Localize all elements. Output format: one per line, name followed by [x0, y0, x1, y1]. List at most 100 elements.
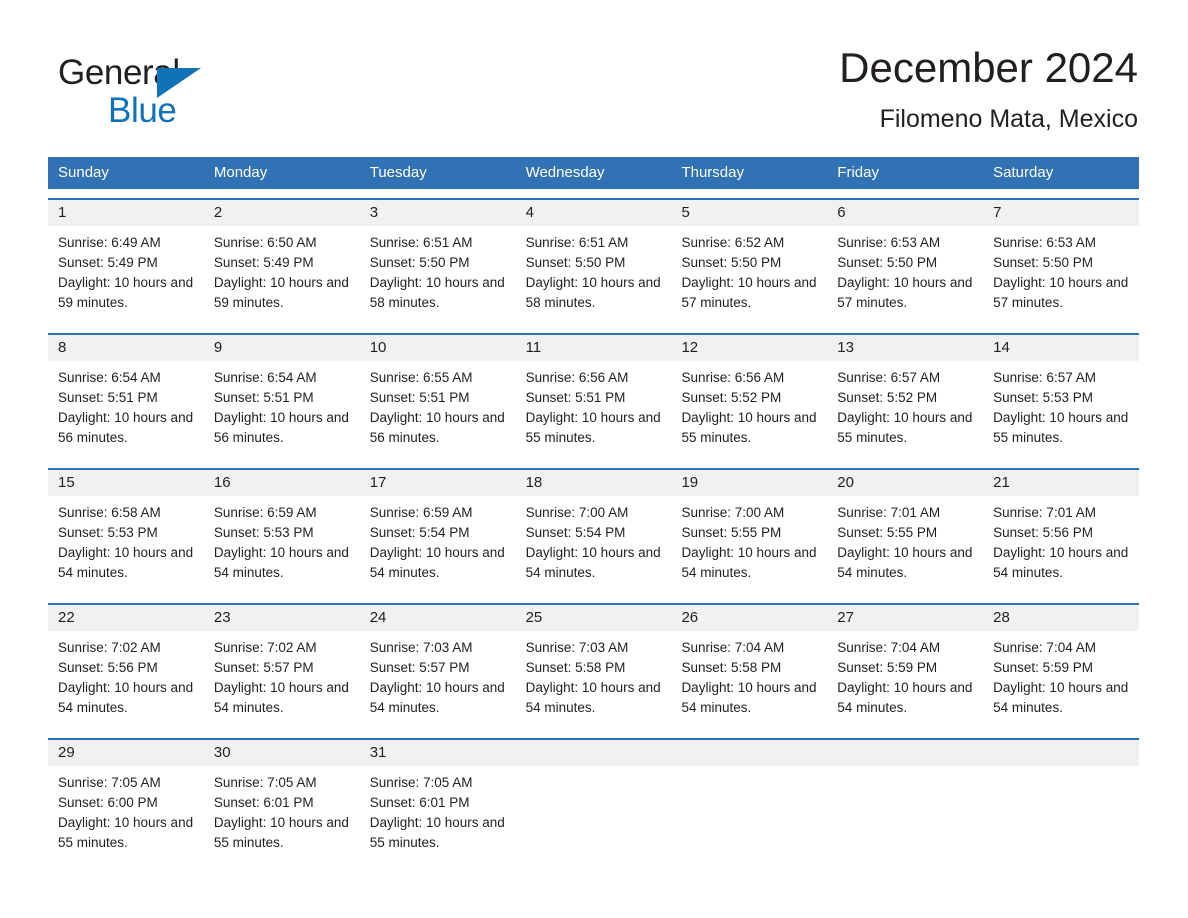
sunrise-text: Sunrise: 6:58 AM: [58, 505, 161, 520]
day-cell[interactable]: Sunrise: 6:54 AM Sunset: 5:51 PM Dayligh…: [204, 361, 360, 459]
day-cell[interactable]: Sunrise: 7:05 AM Sunset: 6:01 PM Dayligh…: [204, 766, 360, 864]
day-number[interactable]: 25: [516, 605, 672, 631]
day-cell[interactable]: Sunrise: 7:02 AM Sunset: 5:56 PM Dayligh…: [48, 631, 204, 729]
daylight-text: Daylight: 10 hours and 57 minutes.: [993, 275, 1129, 310]
day-number[interactable]: 24: [360, 605, 516, 631]
day-number[interactable]: 9: [204, 335, 360, 361]
day-cell[interactable]: Sunrise: 6:59 AM Sunset: 5:54 PM Dayligh…: [360, 496, 516, 594]
day-number[interactable]: 5: [671, 200, 827, 226]
day-cell[interactable]: Sunrise: 7:05 AM Sunset: 6:00 PM Dayligh…: [48, 766, 204, 864]
sunrise-text: Sunrise: 7:01 AM: [837, 505, 941, 520]
day-number[interactable]: 1: [48, 200, 204, 226]
day-cell[interactable]: Sunrise: 6:52 AM Sunset: 5:50 PM Dayligh…: [671, 226, 827, 324]
day-cell[interactable]: Sunrise: 7:00 AM Sunset: 5:54 PM Dayligh…: [516, 496, 672, 594]
day-cell[interactable]: Sunrise: 7:03 AM Sunset: 5:57 PM Dayligh…: [360, 631, 516, 729]
sunset-text: Sunset: 5:57 PM: [369, 660, 470, 675]
day-number[interactable]: 16: [204, 470, 360, 496]
day-cell[interactable]: Sunrise: 7:04 AM Sunset: 5:58 PM Dayligh…: [671, 631, 827, 729]
day-number[interactable]: 15: [48, 470, 204, 496]
day-cell[interactable]: Sunrise: 7:05 AM Sunset: 6:01 PM Dayligh…: [360, 766, 516, 864]
daylight-text: Daylight: 10 hours and 54 minutes.: [525, 545, 661, 580]
sunset-text: Sunset: 6:01 PM: [213, 795, 314, 810]
daylight-text: Daylight: 10 hours and 57 minutes.: [681, 275, 817, 310]
day-cell[interactable]: Sunrise: 6:59 AM Sunset: 5:53 PM Dayligh…: [204, 496, 360, 594]
sunrise-text: Sunrise: 6:53 AM: [993, 235, 1096, 250]
day-cell[interactable]: Sunrise: 7:04 AM Sunset: 5:59 PM Dayligh…: [827, 631, 983, 729]
day-number[interactable]: 10: [360, 335, 516, 361]
day-cell[interactable]: Sunrise: 6:51 AM Sunset: 5:50 PM Dayligh…: [516, 226, 672, 324]
sunrise-text: Sunrise: 6:57 AM: [993, 370, 1096, 385]
day-number[interactable]: 20: [827, 470, 983, 496]
sunrise-text: Sunrise: 7:00 AM: [681, 505, 785, 520]
day-cell[interactable]: Sunrise: 6:56 AM Sunset: 5:51 PM Dayligh…: [516, 361, 672, 459]
title-block: December 2024 Filomeno Mata, Mexico: [839, 40, 1138, 136]
day-number[interactable]: 19: [671, 470, 827, 496]
sunset-text: Sunset: 6:01 PM: [369, 795, 470, 810]
day-number[interactable]: 31: [360, 740, 516, 766]
day-cell[interactable]: Sunrise: 6:51 AM Sunset: 5:50 PM Dayligh…: [360, 226, 516, 324]
day-cell[interactable]: Sunrise: 6:49 AM Sunset: 5:49 PM Dayligh…: [48, 226, 204, 324]
day-number[interactable]: 26: [671, 605, 827, 631]
day-number[interactable]: 23: [204, 605, 360, 631]
day-number[interactable]: 7: [983, 200, 1139, 226]
day-number[interactable]: 14: [983, 335, 1139, 361]
day-info-band: Sunrise: 6:49 AM Sunset: 5:49 PM Dayligh…: [48, 226, 1139, 324]
day-cell[interactable]: Sunrise: 6:53 AM Sunset: 5:50 PM Dayligh…: [983, 226, 1139, 324]
day-cell[interactable]: Sunrise: 7:03 AM Sunset: 5:58 PM Dayligh…: [516, 631, 672, 729]
day-cell[interactable]: Sunrise: 7:01 AM Sunset: 5:55 PM Dayligh…: [827, 496, 983, 594]
day-cell[interactable]: Sunrise: 7:00 AM Sunset: 5:55 PM Dayligh…: [671, 496, 827, 594]
day-number[interactable]: 22: [48, 605, 204, 631]
daylight-text: Daylight: 10 hours and 58 minutes.: [369, 275, 505, 310]
sunset-text: Sunset: 5:50 PM: [369, 255, 470, 270]
sunrise-text: Sunrise: 6:53 AM: [837, 235, 941, 250]
day-number[interactable]: 2: [204, 200, 360, 226]
day-cell[interactable]: Sunrise: 7:02 AM Sunset: 5:57 PM Dayligh…: [204, 631, 360, 729]
day-cell-empty: [671, 766, 827, 864]
daylight-text: Daylight: 10 hours and 54 minutes.: [837, 680, 973, 715]
sunset-text: Sunset: 5:50 PM: [525, 255, 626, 270]
day-number-empty: [827, 740, 983, 766]
sunrise-text: Sunrise: 7:04 AM: [837, 640, 941, 655]
day-number[interactable]: 4: [516, 200, 672, 226]
day-number[interactable]: 21: [983, 470, 1139, 496]
sunrise-text: Sunrise: 6:51 AM: [369, 235, 473, 250]
day-number[interactable]: 17: [360, 470, 516, 496]
day-cell[interactable]: Sunrise: 6:54 AM Sunset: 5:51 PM Dayligh…: [48, 361, 204, 459]
day-cell[interactable]: Sunrise: 7:01 AM Sunset: 5:56 PM Dayligh…: [983, 496, 1139, 594]
daylight-text: Daylight: 10 hours and 54 minutes.: [525, 680, 661, 715]
daylight-text: Daylight: 10 hours and 55 minutes.: [58, 815, 194, 850]
daylight-text: Daylight: 10 hours and 54 minutes.: [58, 545, 194, 580]
sunset-text: Sunset: 5:51 PM: [525, 390, 626, 405]
day-number[interactable]: 28: [983, 605, 1139, 631]
day-cell[interactable]: Sunrise: 6:50 AM Sunset: 5:49 PM Dayligh…: [204, 226, 360, 324]
weekday-header-sunday: Sunday: [58, 164, 109, 181]
day-number[interactable]: 18: [516, 470, 672, 496]
day-number[interactable]: 3: [360, 200, 516, 226]
day-cell-empty: [516, 766, 672, 864]
day-cell[interactable]: Sunrise: 6:56 AM Sunset: 5:52 PM Dayligh…: [671, 361, 827, 459]
sunset-text: Sunset: 5:54 PM: [369, 525, 470, 540]
day-number[interactable]: 6: [827, 200, 983, 226]
day-number[interactable]: 8: [48, 335, 204, 361]
daylight-text: Daylight: 10 hours and 54 minutes.: [213, 680, 349, 715]
day-cell[interactable]: Sunrise: 6:55 AM Sunset: 5:51 PM Dayligh…: [360, 361, 516, 459]
sunset-text: Sunset: 5:56 PM: [993, 525, 1093, 540]
sunset-text: Sunset: 5:53 PM: [58, 525, 158, 540]
day-number[interactable]: 12: [671, 335, 827, 361]
day-number[interactable]: 29: [48, 740, 204, 766]
daylight-text: Daylight: 10 hours and 56 minutes.: [213, 410, 349, 445]
day-cell[interactable]: Sunrise: 6:58 AM Sunset: 5:53 PM Dayligh…: [48, 496, 204, 594]
day-cell[interactable]: Sunrise: 6:57 AM Sunset: 5:53 PM Dayligh…: [983, 361, 1139, 459]
daylight-text: Daylight: 10 hours and 55 minutes.: [525, 410, 661, 445]
day-cell[interactable]: Sunrise: 7:04 AM Sunset: 5:59 PM Dayligh…: [983, 631, 1139, 729]
day-cell[interactable]: Sunrise: 6:53 AM Sunset: 5:50 PM Dayligh…: [827, 226, 983, 324]
weekday-header-row: Sunday Monday Tuesday Wednesday Thursday…: [48, 157, 1139, 189]
day-cell-empty: [983, 766, 1139, 864]
day-number[interactable]: 27: [827, 605, 983, 631]
day-number[interactable]: 30: [204, 740, 360, 766]
day-number-band: 15 16 17 18 19 20 21: [48, 470, 1139, 496]
day-number[interactable]: 13: [827, 335, 983, 361]
day-cell[interactable]: Sunrise: 6:57 AM Sunset: 5:52 PM Dayligh…: [827, 361, 983, 459]
day-number[interactable]: 11: [516, 335, 672, 361]
daylight-text: Daylight: 10 hours and 55 minutes.: [681, 410, 817, 445]
